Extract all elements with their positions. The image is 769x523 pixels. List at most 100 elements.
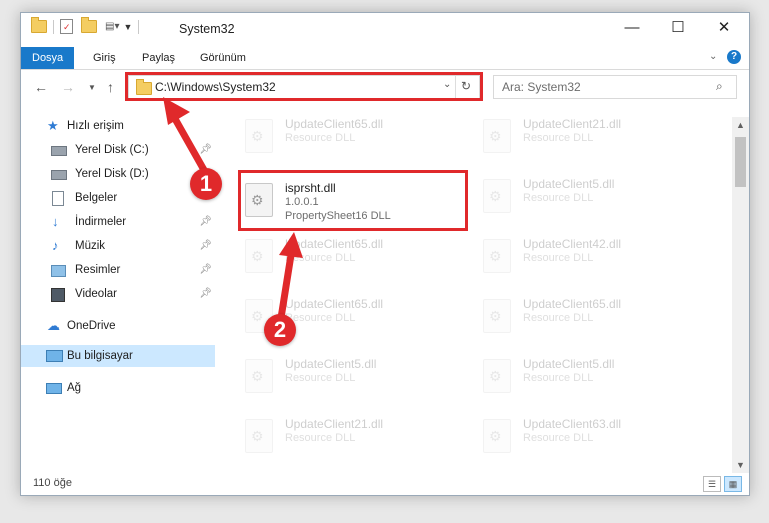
file-item[interactable]: UpdateClient5.dll Resource DLL (479, 353, 699, 403)
sidebar-item-label: Resimler (75, 264, 121, 276)
vertical-scrollbar[interactable]: ▲ ▼ (732, 117, 749, 473)
recent-locations-icon[interactable]: ▼ (88, 83, 96, 92)
music-icon: ♪ (52, 238, 59, 253)
file-item[interactable]: UpdateClient5.dll Resource DLL (241, 353, 461, 403)
qat-dropdown-icon[interactable]: ▼ (123, 22, 132, 32)
file-type: Resource DLL (285, 132, 356, 144)
toolbar-divider (53, 19, 54, 34)
file-name: UpdateClient5.dll (523, 357, 615, 371)
video-icon (51, 288, 65, 302)
scroll-up-icon[interactable]: ▲ (736, 120, 745, 130)
sidebar-item-network[interactable]: Ağ (21, 377, 215, 399)
maximize-button[interactable]: ☐ (655, 13, 701, 43)
file-item[interactable]: UpdateClient65.dll Resource DLL (479, 293, 699, 343)
file-item[interactable]: UpdateClient5.dll Resource DLL (479, 173, 699, 223)
close-button[interactable]: ✕ (701, 13, 747, 43)
dll-file-icon (483, 119, 511, 153)
sidebar-item-label: Videolar (75, 288, 117, 300)
sidebar-item-this-pc[interactable]: Bu bilgisayar (21, 345, 215, 367)
item-count: 110 öğe (33, 477, 72, 489)
tab-dosya[interactable]: Dosya (21, 47, 75, 69)
sidebar-item-downloads[interactable]: ↓ İndirmeler 📌︎ (21, 211, 215, 233)
pin-icon: 📌︎ (199, 216, 212, 227)
file-name: UpdateClient65.dll (285, 117, 384, 131)
drive-icon (51, 146, 67, 156)
dll-file-icon (483, 419, 511, 453)
dll-file-icon (483, 179, 511, 213)
sidebar-item-label: Yerel Disk (D:) (75, 168, 149, 180)
up-button[interactable]: ↑ (107, 79, 114, 95)
details-view-icon[interactable]: ☰ (703, 476, 721, 492)
tab-gorunum[interactable]: Görünüm (189, 47, 257, 69)
file-type: Resource DLL (523, 432, 594, 444)
sidebar-item-label: Belgeler (75, 192, 118, 204)
help-icon[interactable]: ? (727, 50, 741, 64)
search-icon[interactable]: ⌕ (716, 79, 723, 94)
file-name: UpdateClient21.dll (285, 417, 384, 431)
properties-icon[interactable]: ✓ (60, 19, 73, 34)
pin-icon: 📌︎ (199, 288, 212, 299)
sidebar-item-label: İndirmeler (75, 216, 127, 228)
file-type: Resource DLL (523, 132, 594, 144)
sidebar-item-disk-c[interactable]: Yerel Disk (C:) 📌︎ (21, 139, 215, 161)
pin-icon: 📌︎ (199, 144, 212, 155)
file-item[interactable]: UpdateClient21.dll Resource DLL (241, 413, 461, 463)
toolbar-divider (138, 19, 140, 34)
forward-button[interactable]: → (61, 79, 75, 95)
file-list: UpdateClient65.dll Resource DLL UpdateCl… (235, 109, 732, 471)
new-folder-icon[interactable] (81, 17, 97, 33)
window-title: System32 (179, 22, 235, 36)
sidebar-item-music[interactable]: ♪ Müzik 📌︎ (21, 235, 215, 257)
back-button[interactable]: ← (34, 79, 48, 95)
computer-icon (46, 350, 63, 362)
file-highlight-box (238, 170, 468, 231)
scrollbar-thumb[interactable] (735, 137, 746, 187)
quick-access-toolbar: ✓ ▤▾ ▼ (31, 17, 145, 34)
ribbon-tabs: Dosya Giriş Paylaş Görünüm ⌄ ? (21, 47, 749, 70)
file-name: UpdateClient65.dll (523, 297, 622, 311)
sidebar-item-quick-access[interactable]: ★ Hızlı erişim (21, 115, 215, 137)
pin-icon: 📌︎ (199, 264, 212, 275)
tab-giris[interactable]: Giriş (82, 47, 127, 69)
scroll-down-icon[interactable]: ▼ (736, 460, 745, 470)
sidebar-item-videos[interactable]: Videolar 📌︎ (21, 283, 215, 305)
file-name: UpdateClient21.dll (523, 117, 622, 131)
sidebar-item-label: Hızlı erişim (67, 120, 124, 132)
dll-file-icon (245, 359, 273, 393)
file-name: UpdateClient65.dll (285, 297, 384, 311)
title-bar: ✓ ▤▾ ▼ System32 — ☐ ✕ (21, 13, 749, 47)
pin-icon: 📌︎ (199, 240, 212, 251)
callout-step-2: 2 (264, 314, 296, 346)
file-item[interactable]: UpdateClient65.dll Resource DLL (241, 113, 461, 163)
file-name: UpdateClient65.dll (285, 237, 384, 251)
file-type: Resource DLL (523, 372, 594, 384)
file-type: Resource DLL (285, 432, 356, 444)
cloud-icon: ☁ (47, 318, 60, 333)
file-item[interactable]: UpdateClient63.dll Resource DLL (479, 413, 699, 463)
file-item[interactable]: UpdateClient42.dll Resource DLL (479, 233, 699, 283)
sidebar-item-documents[interactable]: Belgeler (21, 187, 215, 209)
dll-file-icon (483, 239, 511, 273)
sidebar-item-disk-d[interactable]: Yerel Disk (D:) (21, 163, 215, 185)
document-icon (52, 191, 64, 206)
file-item[interactable]: UpdateClient65.dll Resource DLL (241, 233, 461, 283)
customize-toolbar-icon[interactable]: ▤▾ (105, 21, 119, 32)
callout-step-1: 1 (190, 168, 222, 200)
search-input[interactable]: Ara: System32 (502, 80, 581, 94)
sidebar-item-label: Müzik (75, 240, 106, 252)
sidebar-item-pictures[interactable]: Resimler 📌︎ (21, 259, 215, 281)
address-highlight-box (125, 72, 483, 101)
minimize-button[interactable]: — (609, 13, 655, 43)
file-type: Resource DLL (523, 192, 594, 204)
file-name: UpdateClient5.dll (285, 357, 377, 371)
file-item[interactable]: UpdateClient21.dll Resource DLL (479, 113, 699, 163)
expand-ribbon-icon[interactable]: ⌄ (709, 51, 717, 62)
sidebar-item-onedrive[interactable]: ☁ OneDrive (21, 315, 215, 337)
search-box[interactable]: Ara: System32 ⌕ (493, 75, 737, 99)
tiles-view-icon[interactable]: ▦ (724, 476, 742, 492)
dll-file-icon (483, 359, 511, 393)
tab-paylas[interactable]: Paylaş (131, 47, 186, 69)
file-name: UpdateClient42.dll (523, 237, 622, 251)
file-type: Resource DLL (523, 252, 594, 264)
sidebar-item-label: Ağ (67, 382, 82, 394)
